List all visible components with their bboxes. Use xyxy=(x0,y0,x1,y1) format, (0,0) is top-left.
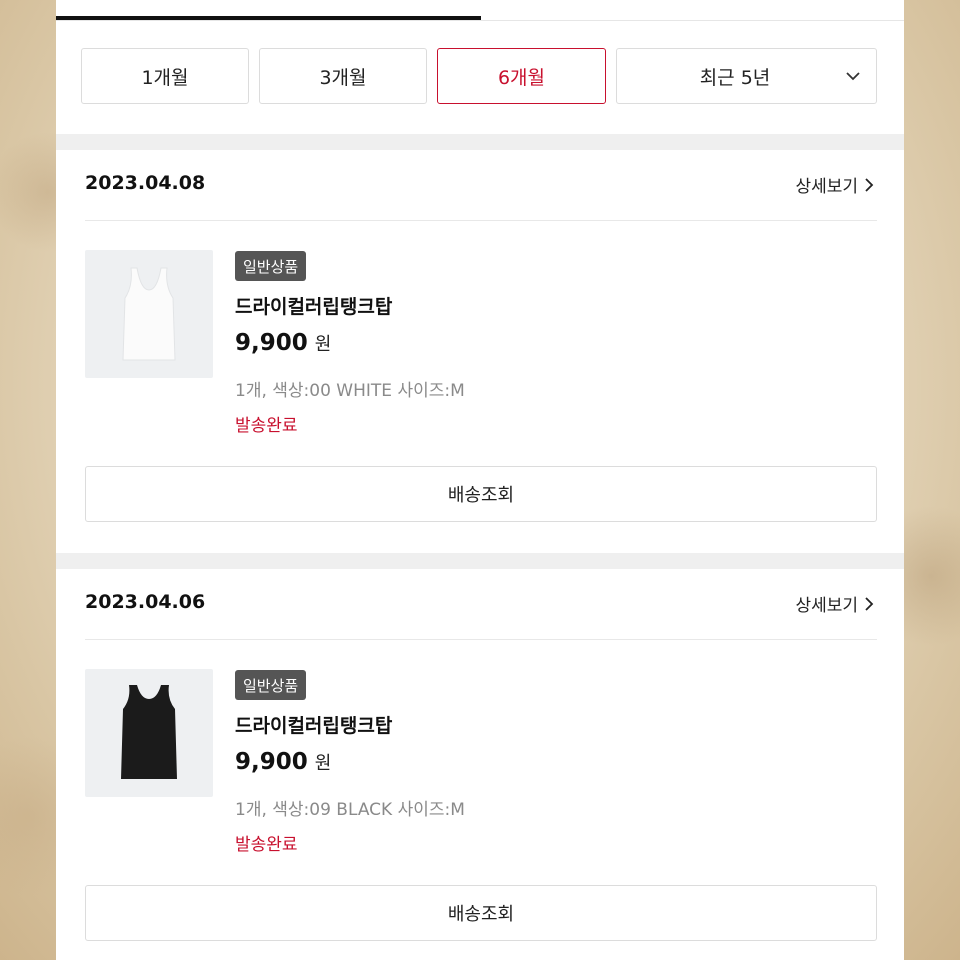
track-delivery-button[interactable]: 배송조회 xyxy=(85,466,877,522)
product-options: 1개, 색상:09 BLACK 사이즈:M xyxy=(235,800,465,820)
order-header-divider xyxy=(85,639,877,640)
order-card: 2023.04.06 상세보기 일반상품 드라이컬러립탱크탑 9,900 원 1… xyxy=(56,569,904,960)
price-amount: 9,900 xyxy=(235,749,308,775)
white-tank-top-image xyxy=(122,267,176,361)
price-amount: 9,900 xyxy=(235,330,308,356)
section-divider xyxy=(56,134,904,150)
period-select-value: 최근 5년 xyxy=(699,66,771,89)
chevron-right-icon xyxy=(865,177,874,192)
black-tank-top-image xyxy=(121,685,177,779)
product-name[interactable]: 드라이컬러립탱크탑 xyxy=(235,711,392,738)
view-details-link[interactable]: 상세보기 xyxy=(795,172,874,197)
chevron-down-icon xyxy=(846,72,860,81)
tab-bar xyxy=(56,0,904,21)
order-date: 2023.04.06 xyxy=(85,591,206,613)
shipping-status: 발송완료 xyxy=(235,416,298,436)
order-header-divider xyxy=(85,220,877,221)
product-price: 9,900 원 xyxy=(235,749,331,775)
filter-3-months-button[interactable]: 3개월 xyxy=(259,48,427,104)
view-details-label: 상세보기 xyxy=(795,177,858,197)
filter-1-month-button[interactable]: 1개월 xyxy=(81,48,249,104)
order-date: 2023.04.08 xyxy=(85,172,206,194)
price-currency: 원 xyxy=(314,334,332,355)
period-filter-group: 1개월 3개월 6개월 최근 5년 xyxy=(81,48,877,104)
track-delivery-button[interactable]: 배송조회 xyxy=(85,885,877,941)
product-thumbnail[interactable] xyxy=(85,250,213,378)
chevron-right-icon xyxy=(865,596,874,611)
active-tab-indicator xyxy=(56,16,481,20)
product-type-badge: 일반상품 xyxy=(235,251,307,281)
period-select-dropdown[interactable]: 최근 5년 xyxy=(616,48,877,104)
product-name[interactable]: 드라이컬러립탱크탑 xyxy=(235,292,392,319)
order-history-panel: 1개월 3개월 6개월 최근 5년 2023.04.08 상세보기 일반상품 드… xyxy=(56,0,904,960)
view-details-link[interactable]: 상세보기 xyxy=(795,591,874,616)
price-currency: 원 xyxy=(314,753,332,774)
section-divider xyxy=(56,553,904,569)
product-price: 9,900 원 xyxy=(235,330,331,356)
product-type-badge: 일반상품 xyxy=(235,670,307,700)
shipping-status: 발송완료 xyxy=(235,835,298,855)
view-details-label: 상세보기 xyxy=(795,596,858,616)
product-thumbnail[interactable] xyxy=(85,669,213,797)
filter-6-months-button[interactable]: 6개월 xyxy=(437,48,606,104)
order-card: 2023.04.08 상세보기 일반상품 드라이컬러립탱크탑 9,900 원 1… xyxy=(56,150,904,553)
product-options: 1개, 색상:00 WHITE 사이즈:M xyxy=(235,381,465,401)
